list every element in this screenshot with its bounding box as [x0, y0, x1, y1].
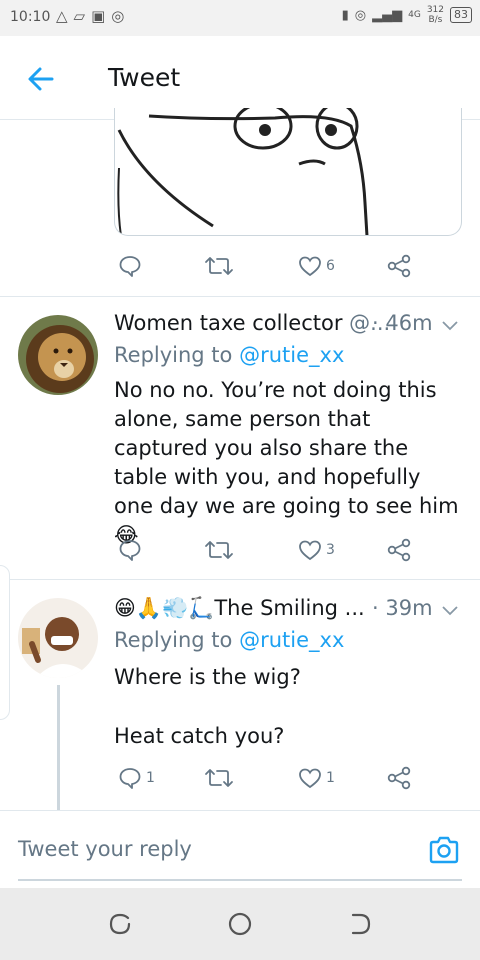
- tweet-author-name[interactable]: 😁🙏💨🛴The Smiling ...: [114, 596, 365, 621]
- retweet-icon: [205, 769, 233, 787]
- heart-icon: [299, 540, 321, 561]
- retweet-button[interactable]: [204, 250, 234, 282]
- tweet-actions: 3: [114, 534, 414, 566]
- battery-indicator: 83: [450, 7, 472, 23]
- thread-connector-line: [57, 685, 60, 810]
- heart-icon: [299, 256, 321, 277]
- tweet-text-line: Where is the wig?: [114, 665, 301, 689]
- recents-icon: [109, 913, 131, 935]
- reply-button[interactable]: 1: [118, 762, 155, 794]
- retweet-button[interactable]: [204, 762, 234, 794]
- network-type: 4G: [408, 10, 421, 20]
- reply-count: 1: [146, 770, 155, 786]
- hotspot-icon: ◎: [111, 7, 125, 25]
- tweet-actions: 1 1: [114, 762, 414, 794]
- tweet-text-line: Heat catch you?: [114, 724, 285, 748]
- tweet-author-name[interactable]: Women taxe collector @...: [114, 311, 390, 335]
- share-button[interactable]: [386, 762, 412, 794]
- warning-icon: △: [56, 7, 68, 25]
- status-bar: 10:10 △ ▱ ▣ ◎ ▮ ◎ ▂▄▆ 4G 312 B/s 83: [0, 0, 480, 36]
- reply-icon: [119, 540, 141, 561]
- share-icon: [387, 538, 411, 562]
- lion-avatar-image: [18, 315, 98, 395]
- reply-composer: Tweet your reply: [0, 810, 480, 888]
- divider: [0, 296, 480, 297]
- like-count: 6: [326, 258, 335, 274]
- mention-link[interactable]: @rutie_xx: [239, 628, 344, 652]
- recents-button[interactable]: [106, 910, 134, 938]
- reply-icon: [119, 768, 141, 789]
- reply-icon: [119, 256, 141, 277]
- notification-icons: △ ▱ ▣ ◎: [56, 7, 124, 25]
- tweet-header: 😁🙏💨🛴The Smiling ... · 39m: [114, 596, 464, 626]
- meme-drawing: [117, 108, 369, 235]
- tweet-header: Women taxe collector @... · 46m: [114, 311, 464, 341]
- back-nav-button[interactable]: [346, 910, 374, 938]
- share-icon: [387, 254, 411, 278]
- chevron-down-icon[interactable]: [440, 600, 460, 620]
- chevron-down-icon[interactable]: [440, 315, 460, 335]
- share-icon: [387, 766, 411, 790]
- signal-icon: ▂▄▆: [372, 7, 403, 23]
- page-title: Tweet: [108, 63, 181, 92]
- camera-icon: [429, 836, 459, 864]
- vibrate-icon: ▮: [341, 7, 349, 23]
- retweet-button[interactable]: [204, 534, 234, 566]
- home-button[interactable]: [226, 910, 254, 938]
- reply-input-underline: [18, 879, 462, 881]
- status-right: ▮ ◎ ▂▄▆ 4G 312 B/s 83: [342, 5, 472, 25]
- share-button[interactable]: [386, 534, 412, 566]
- tweet-text: No no no. You’re not doing this alone, s…: [114, 378, 459, 547]
- like-button[interactable]: 1: [298, 762, 335, 794]
- like-button[interactable]: 6: [298, 250, 335, 282]
- heart-icon: [299, 768, 321, 789]
- like-count: 3: [326, 542, 335, 558]
- tweet-timestamp: · 46m: [372, 311, 433, 335]
- tweet-actions: 6: [114, 250, 414, 282]
- retweet-icon: [205, 541, 233, 559]
- back-button[interactable]: [24, 62, 58, 96]
- like-button[interactable]: 3: [298, 534, 335, 566]
- system-nav-bar: [0, 888, 480, 960]
- divider: [0, 579, 480, 580]
- arrow-left-icon: [28, 67, 54, 91]
- back-nav-icon: [351, 913, 371, 935]
- shirt-icon: ▱: [73, 7, 86, 25]
- retweet-icon: [205, 257, 233, 275]
- camera-button[interactable]: [427, 833, 461, 867]
- net-speed: 312 B/s: [426, 5, 444, 25]
- tweet-media-image[interactable]: [114, 108, 462, 236]
- person-avatar-image: [18, 598, 98, 678]
- like-count: 1: [326, 770, 335, 786]
- tweet-timestamp: · 39m: [372, 596, 433, 620]
- reply-button[interactable]: [118, 534, 142, 566]
- reply-input[interactable]: Tweet your reply: [18, 837, 418, 861]
- replying-to: Replying to @rutie_xx: [114, 343, 345, 367]
- side-panel-handle[interactable]: [0, 565, 10, 720]
- replying-to: Replying to @rutie_xx: [114, 628, 345, 652]
- home-circle-icon: [228, 912, 252, 936]
- camera-status-icon: ▣: [91, 7, 106, 25]
- mention-link[interactable]: @rutie_xx: [239, 343, 344, 367]
- status-time: 10:10: [10, 9, 51, 25]
- reply-button[interactable]: [118, 250, 142, 282]
- share-button[interactable]: [386, 250, 412, 282]
- avatar[interactable]: [18, 315, 98, 395]
- wifi-icon: ◎: [354, 7, 367, 23]
- avatar[interactable]: [18, 598, 98, 678]
